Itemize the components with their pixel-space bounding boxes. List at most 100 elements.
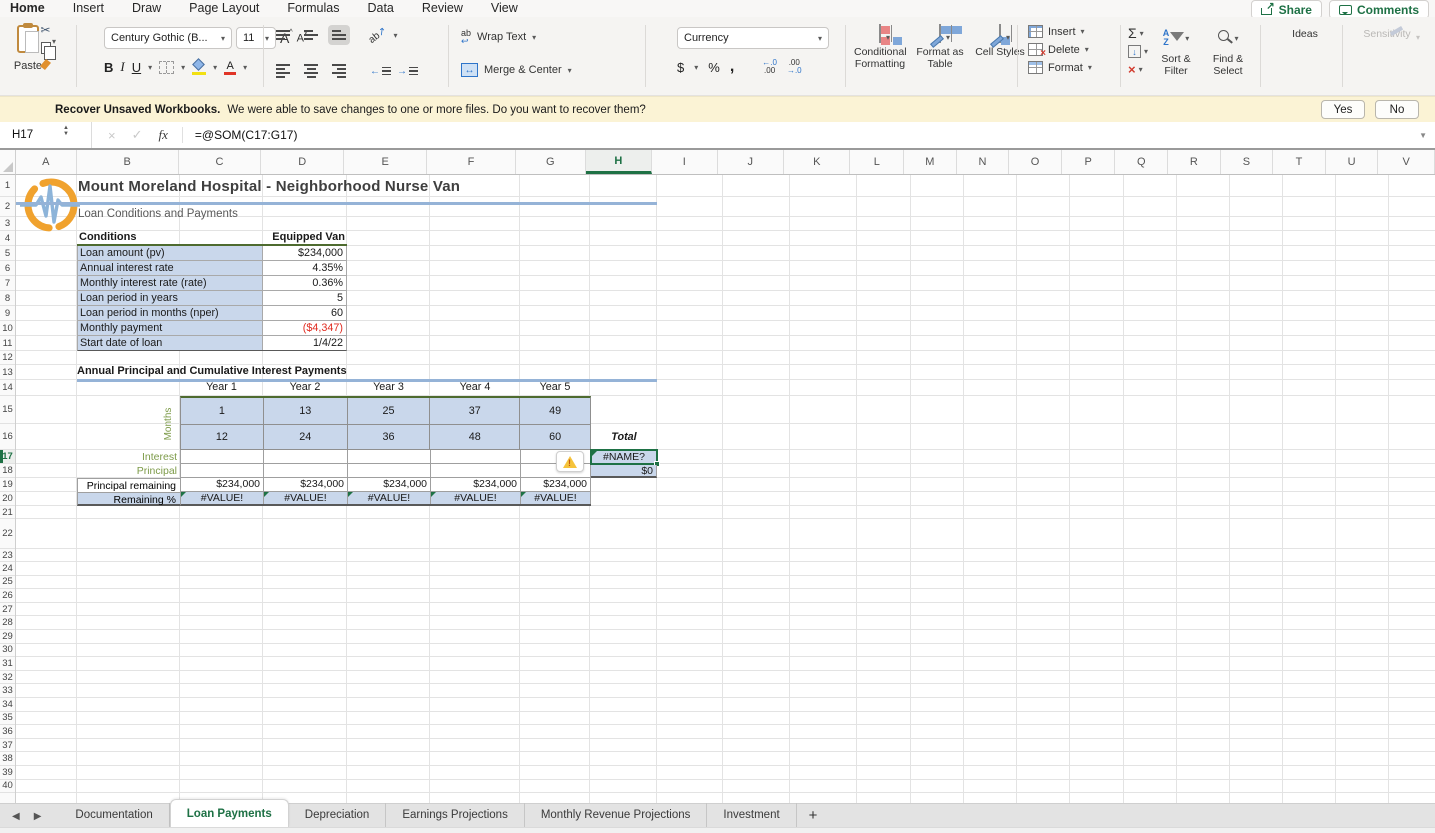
- autosum-button[interactable]: Σ▾: [1128, 25, 1144, 41]
- row-header-23[interactable]: 23: [0, 549, 15, 562]
- total-header[interactable]: Total: [591, 424, 657, 450]
- column-header-T[interactable]: T: [1273, 150, 1326, 174]
- cell[interactable]: 60: [520, 425, 590, 449]
- row-header-16[interactable]: 16: [0, 424, 15, 450]
- row-header-11[interactable]: 11: [0, 336, 15, 351]
- tab-view[interactable]: View: [491, 0, 518, 17]
- italic-button[interactable]: I: [120, 59, 124, 75]
- font-color-icon[interactable]: A: [224, 60, 236, 75]
- align-left-button[interactable]: [272, 61, 294, 81]
- row-header-12[interactable]: 12: [0, 351, 15, 365]
- row-header-33[interactable]: 33: [0, 684, 15, 698]
- accounting-chevron-icon[interactable]: ▾: [694, 63, 698, 72]
- sheet-tab-investment[interactable]: Investment: [707, 803, 796, 827]
- row-header-39[interactable]: 39: [0, 766, 15, 780]
- row-header-19[interactable]: 19: [0, 478, 15, 492]
- column-header-U[interactable]: U: [1326, 150, 1379, 174]
- row-header-2[interactable]: 2: [0, 197, 15, 217]
- column-header-L[interactable]: L: [850, 150, 904, 174]
- row-header-18[interactable]: 18: [0, 464, 15, 478]
- fill-color-chevron-icon[interactable]: ▾: [213, 63, 217, 72]
- cell[interactable]: 25: [348, 398, 431, 424]
- principal-row-label[interactable]: Principal: [77, 464, 181, 478]
- cell[interactable]: [264, 464, 348, 477]
- format-painter-icon[interactable]: [40, 59, 51, 70]
- row-header-35[interactable]: 35: [0, 712, 15, 726]
- cell[interactable]: 36: [348, 425, 431, 449]
- name-box-stepper[interactable]: ▲▼: [63, 125, 69, 137]
- cell[interactable]: 13: [264, 398, 348, 424]
- cell[interactable]: [181, 464, 264, 477]
- orientation-chevron-icon[interactable]: ▾: [394, 31, 398, 40]
- column-header-M[interactable]: M: [904, 150, 957, 174]
- cell[interactable]: $234,000: [348, 478, 431, 491]
- row-header-38[interactable]: 38: [0, 752, 15, 766]
- row-header-8[interactable]: 8: [0, 291, 15, 306]
- cell[interactable]: 1: [181, 398, 264, 424]
- column-header-N[interactable]: N: [957, 150, 1010, 174]
- align-bottom-button[interactable]: [328, 25, 350, 45]
- tab-data[interactable]: Data: [367, 0, 393, 17]
- cancel-entry-icon[interactable]: ×: [108, 128, 116, 143]
- column-header-E[interactable]: E: [344, 150, 426, 174]
- cell[interactable]: 12: [181, 425, 264, 449]
- percent-style-button[interactable]: %: [708, 60, 720, 75]
- column-header-P[interactable]: P: [1062, 150, 1116, 174]
- row-header-7[interactable]: 7: [0, 276, 15, 291]
- row-header-10[interactable]: 10: [0, 321, 15, 336]
- row-header-6[interactable]: 6: [0, 261, 15, 276]
- cell[interactable]: $234,000: [264, 478, 348, 491]
- column-header-S[interactable]: S: [1221, 150, 1274, 174]
- underline-chevron-icon[interactable]: ▾: [148, 63, 152, 72]
- sort-filter-button[interactable]: AZ▾ Sort & Filter: [1154, 23, 1198, 77]
- cut-icon[interactable]: ✂: [40, 23, 50, 37]
- year-header[interactable]: Year 1: [180, 381, 263, 396]
- increase-indent-icon[interactable]: →: [397, 66, 418, 77]
- font-name-select[interactable]: Century Gothic (B...▾: [104, 27, 232, 49]
- comma-style-button[interactable]: ,: [730, 62, 734, 72]
- row-header-9[interactable]: 9: [0, 306, 15, 321]
- selected-cell-h17[interactable]: #NAME?: [590, 449, 658, 465]
- format-as-table-button[interactable]: ▾ Format as Table: [914, 25, 966, 70]
- sheet-tab-loan-payments[interactable]: Loan Payments: [170, 799, 289, 827]
- principal-remaining-label[interactable]: Principal remaining: [77, 478, 181, 492]
- cell[interactable]: [431, 464, 521, 477]
- row-header-20[interactable]: 20: [0, 492, 15, 506]
- error-trace-button[interactable]: !: [556, 451, 584, 472]
- row-header-3[interactable]: 3: [0, 217, 15, 231]
- tab-review[interactable]: Review: [422, 0, 463, 17]
- column-header-A[interactable]: A: [16, 150, 77, 174]
- year-header[interactable]: Year 2: [263, 381, 347, 396]
- row-header-31[interactable]: 31: [0, 657, 15, 671]
- align-middle-button[interactable]: [300, 25, 322, 45]
- confirm-entry-icon[interactable]: ✓: [132, 127, 143, 143]
- sheet-nav-right-icon[interactable]: ▶: [34, 811, 42, 822]
- row-header-40[interactable]: 40: [0, 780, 15, 794]
- year-header[interactable]: Year 4: [430, 381, 520, 396]
- accounting-format-button[interactable]: $: [677, 60, 684, 75]
- cell[interactable]: 24: [264, 425, 348, 449]
- year-header[interactable]: Year 5: [520, 381, 590, 396]
- cell[interactable]: $234,000: [521, 478, 591, 491]
- fill-color-icon[interactable]: [192, 60, 206, 74]
- column-header-V[interactable]: V: [1378, 150, 1435, 174]
- insert-function-icon[interactable]: fx: [159, 127, 168, 143]
- row-header-22[interactable]: 22: [0, 519, 15, 549]
- sensitivity-button[interactable]: ▾ Sensitivity: [1352, 25, 1422, 40]
- column-header-Q[interactable]: Q: [1115, 150, 1168, 174]
- cell[interactable]: #VALUE!: [521, 492, 591, 504]
- copy-icon[interactable]: [41, 42, 51, 54]
- number-format-select[interactable]: Currency▾: [677, 27, 829, 49]
- bold-button[interactable]: B: [104, 60, 113, 75]
- equipped-van-header[interactable]: Equipped Van: [263, 231, 347, 244]
- clear-button[interactable]: ×▾: [1128, 62, 1143, 77]
- tab-draw[interactable]: Draw: [132, 0, 161, 17]
- merge-center-button[interactable]: ↔ Merge & Center ▾: [461, 63, 572, 77]
- column-header-D[interactable]: D: [261, 150, 344, 174]
- cell[interactable]: 48: [430, 425, 520, 449]
- cell[interactable]: [431, 450, 521, 463]
- find-select-button[interactable]: ▾ Find & Select: [1206, 23, 1250, 77]
- recover-no-button[interactable]: No: [1375, 100, 1419, 119]
- column-header-J[interactable]: J: [718, 150, 784, 174]
- column-header-K[interactable]: K: [784, 150, 850, 174]
